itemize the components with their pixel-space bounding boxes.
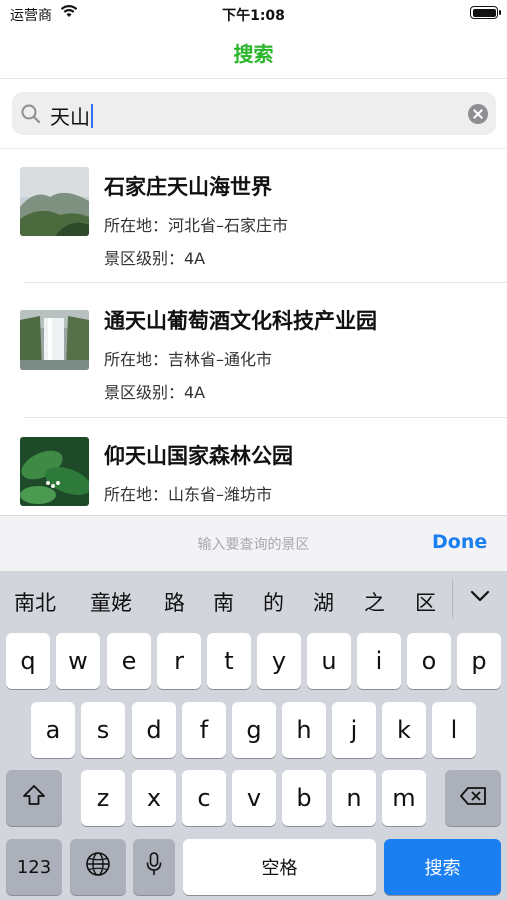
scenic-thumbnail [20, 437, 89, 506]
key-v[interactable]: v [232, 770, 276, 826]
search-return-key[interactable]: 搜索 [384, 839, 501, 895]
candidate-word[interactable]: 区 [415, 587, 436, 617]
candidate-word[interactable]: 之 [364, 587, 385, 617]
key-t[interactable]: t [207, 633, 251, 689]
key-m[interactable]: m [382, 770, 426, 826]
candidate-divider [452, 579, 453, 619]
item-location: 所在地：山东省–潍坊市 [104, 485, 273, 504]
globe-key[interactable] [70, 839, 126, 895]
key-u[interactable]: u [307, 633, 351, 689]
battery-icon [470, 6, 501, 19]
key-j[interactable]: j [332, 702, 376, 758]
delete-key[interactable] [445, 770, 501, 826]
key-z[interactable]: z [81, 770, 125, 826]
candidate-word[interactable]: 南北 [14, 587, 56, 617]
item-level: 景区级别：4A [104, 383, 206, 402]
key-f[interactable]: f [182, 702, 226, 758]
key-b[interactable]: b [282, 770, 326, 826]
item-title: 石家庄天山海世界 [104, 175, 272, 199]
mic-key[interactable] [133, 839, 175, 895]
list-item[interactable]: 仰天山国家森林公园 所在地：山东省–潍坊市 [0, 418, 507, 515]
key-c[interactable]: c [182, 770, 226, 826]
mic-icon [145, 851, 163, 883]
key-d[interactable]: d [132, 702, 176, 758]
chevron-down-icon[interactable] [470, 588, 490, 607]
key-n[interactable]: n [332, 770, 376, 826]
search-value: 天山 [50, 105, 90, 129]
search-input[interactable]: 天山 [12, 92, 496, 135]
delete-icon [459, 784, 487, 812]
key-y[interactable]: y [257, 633, 301, 689]
key-e[interactable]: e [107, 633, 151, 689]
key-w[interactable]: w [56, 633, 100, 689]
key-g[interactable]: g [232, 702, 276, 758]
shift-icon [22, 784, 46, 812]
page-title: 搜索 [233, 42, 274, 66]
status-bar: 运营商 下午1:08 [0, 0, 507, 28]
key-q[interactable]: q [6, 633, 50, 689]
key-o[interactable]: o [407, 633, 451, 689]
candidate-bar: 南北 童姥 路 南 的 湖 之 区 [0, 571, 507, 631]
key-s[interactable]: s [81, 702, 125, 758]
key-a[interactable]: a [31, 702, 75, 758]
item-location: 所在地：河北省–石家庄市 [104, 216, 289, 235]
candidate-word[interactable]: 路 [164, 587, 185, 617]
key-x[interactable]: x [132, 770, 176, 826]
item-title: 仰天山国家森林公园 [104, 444, 293, 468]
done-button[interactable]: Done [432, 531, 487, 553]
candidate-word[interactable]: 童姥 [90, 587, 132, 617]
key-l[interactable]: l [432, 702, 476, 758]
list-item[interactable]: 石家庄天山海世界 所在地：河北省–石家庄市 景区级别：4A [0, 149, 507, 283]
item-location: 所在地：吉林省–通化市 [104, 350, 273, 369]
nav-divider [0, 78, 507, 79]
key-r[interactable]: r [157, 633, 201, 689]
globe-icon [85, 851, 111, 883]
item-level: 景区级别：4A [104, 249, 206, 268]
search-input-text: 天山 [50, 101, 93, 130]
keyboard: 南北 童姥 路 南 的 湖 之 区 q w e r t y u i o p a … [0, 571, 507, 900]
item-title: 通天山葡萄酒文化科技产业园 [104, 309, 377, 333]
search-icon [20, 103, 42, 129]
text-caret [91, 103, 93, 128]
numbers-key[interactable]: 123 [6, 839, 62, 895]
keyboard-accessory-bar: 输入要查询的景区 Done [0, 515, 507, 572]
candidate-word[interactable]: 南 [213, 587, 234, 617]
space-key[interactable]: 空格 [183, 839, 376, 895]
list-item[interactable]: 通天山葡萄酒文化科技产业园 所在地：吉林省–通化市 景区级别：4A [0, 283, 507, 418]
shift-key[interactable] [6, 770, 62, 826]
candidate-word[interactable]: 湖 [313, 587, 334, 617]
key-k[interactable]: k [382, 702, 426, 758]
key-p[interactable]: p [457, 633, 501, 689]
scenic-thumbnail [20, 310, 89, 370]
key-i[interactable]: i [357, 633, 401, 689]
scenic-thumbnail [20, 167, 89, 236]
accessory-hint: 输入要查询的景区 [197, 537, 310, 553]
status-time: 下午1:08 [222, 8, 285, 24]
candidate-word[interactable]: 的 [263, 587, 284, 617]
key-h[interactable]: h [282, 702, 326, 758]
clear-icon[interactable] [468, 104, 488, 124]
